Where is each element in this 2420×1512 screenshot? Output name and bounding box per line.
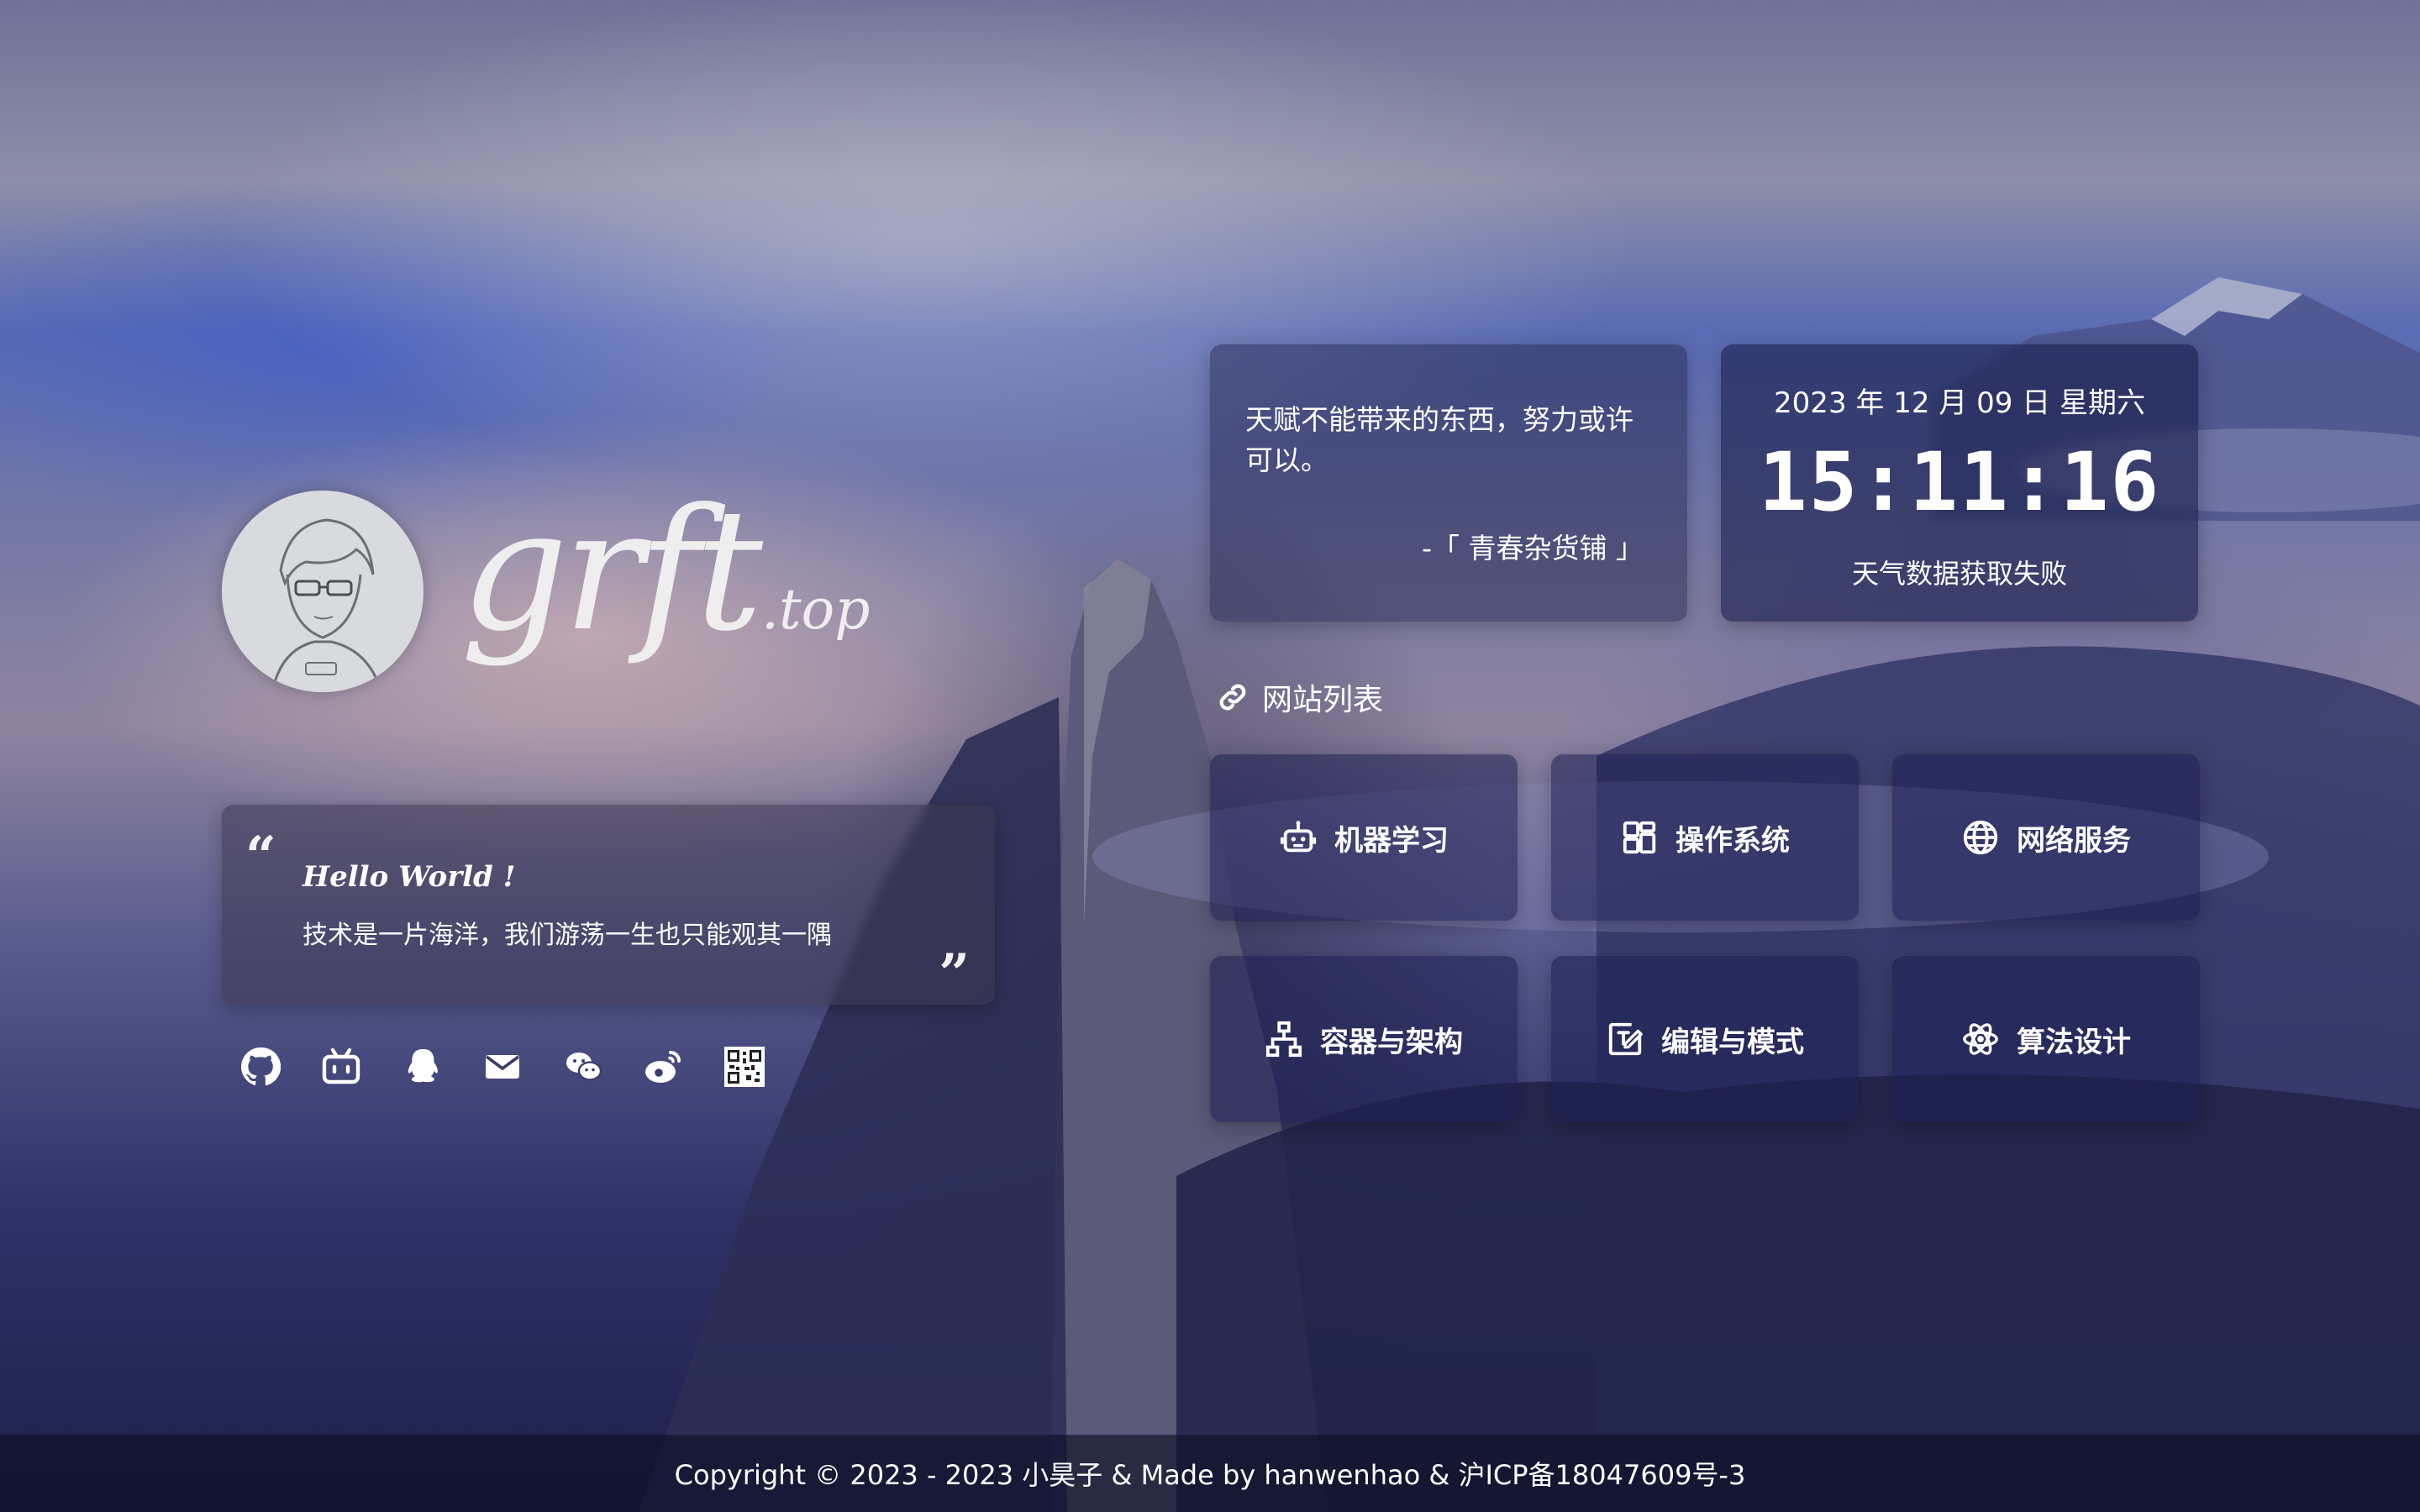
quote-text: 天赋不能带来的东西，努力或许可以。	[1245, 403, 1634, 476]
hello-title: Hello World !	[302, 860, 516, 894]
footer-copyright[interactable]: Copyright © 2023 - 2023 小昊子 & Made by ha…	[675, 1454, 1746, 1493]
site-list-title: 网站列表	[1215, 675, 1383, 719]
clock-card: 2023 年 12 月 09 日 星期六 15:11:16 天气数据获取失败	[1721, 344, 2198, 622]
site-tile-editing-patterns[interactable]: 编辑与模式	[1551, 956, 1859, 1122]
logo-tld: .top	[761, 577, 871, 642]
windows-icon	[1623, 821, 1656, 854]
github-icon[interactable]	[240, 1047, 281, 1087]
quote-card[interactable]: 天赋不能带来的东西，努力或许可以。 -「 青春杂货铺 」	[1210, 344, 1687, 622]
site-tile-operating-system[interactable]: 操作系统	[1551, 754, 1859, 921]
time-display: 15:11:16	[1758, 435, 2161, 529]
robot-icon	[1280, 821, 1317, 853]
date-display: 2023 年 12 月 09 日 星期六	[1774, 386, 2145, 420]
avatar[interactable]	[222, 491, 424, 692]
link-icon	[1219, 684, 1246, 711]
qq-icon[interactable]	[402, 1047, 442, 1087]
tile-label: 网络服务	[2017, 823, 2131, 858]
weather-status: 天气数据获取失败	[1851, 558, 2067, 590]
tile-label: 机器学习	[1334, 823, 1449, 858]
social-links	[240, 1047, 765, 1087]
atom-icon	[1963, 1023, 1998, 1055]
sitemap-icon	[1265, 1021, 1302, 1058]
quote-source: -「 青春杂货铺 」	[1422, 532, 1644, 564]
site-logo: grft.top	[460, 487, 871, 655]
hello-card: “ Hello World ! 技术是一片海洋，我们游荡一生也只能观其一隅 ”	[222, 805, 995, 1005]
tile-label: 编辑与模式	[1661, 1025, 1804, 1059]
avatar-sketch	[222, 491, 424, 692]
site-tile-algorithm-design[interactable]: 算法设计	[1892, 956, 2200, 1122]
tile-label: 操作系统	[1676, 823, 1790, 858]
qrcode-icon[interactable]	[724, 1047, 765, 1087]
bilibili-icon[interactable]	[321, 1047, 361, 1087]
globe-icon	[1963, 820, 1998, 855]
logo-main: grft	[460, 473, 763, 669]
open-quote-icon: “	[245, 825, 276, 888]
hello-text: 技术是一片海洋，我们游荡一生也只能观其一隅	[302, 921, 832, 950]
wechat-icon[interactable]	[563, 1047, 603, 1087]
edit-icon	[1608, 1022, 1643, 1056]
mail-icon[interactable]	[482, 1047, 523, 1087]
site-list-label: 网站列表	[1262, 683, 1384, 717]
close-quote-icon: ”	[939, 942, 970, 1005]
weibo-icon[interactable]	[644, 1047, 684, 1087]
site-tile-machine-learning[interactable]: 机器学习	[1210, 754, 1518, 921]
site-tile-network-services[interactable]: 网络服务	[1892, 754, 2200, 921]
footer: Copyright © 2023 - 2023 小昊子 & Made by ha…	[0, 1435, 2420, 1512]
tile-label: 算法设计	[2017, 1025, 2131, 1059]
tile-label: 容器与架构	[1320, 1025, 1463, 1059]
site-tile-container-architecture[interactable]: 容器与架构	[1210, 956, 1518, 1122]
